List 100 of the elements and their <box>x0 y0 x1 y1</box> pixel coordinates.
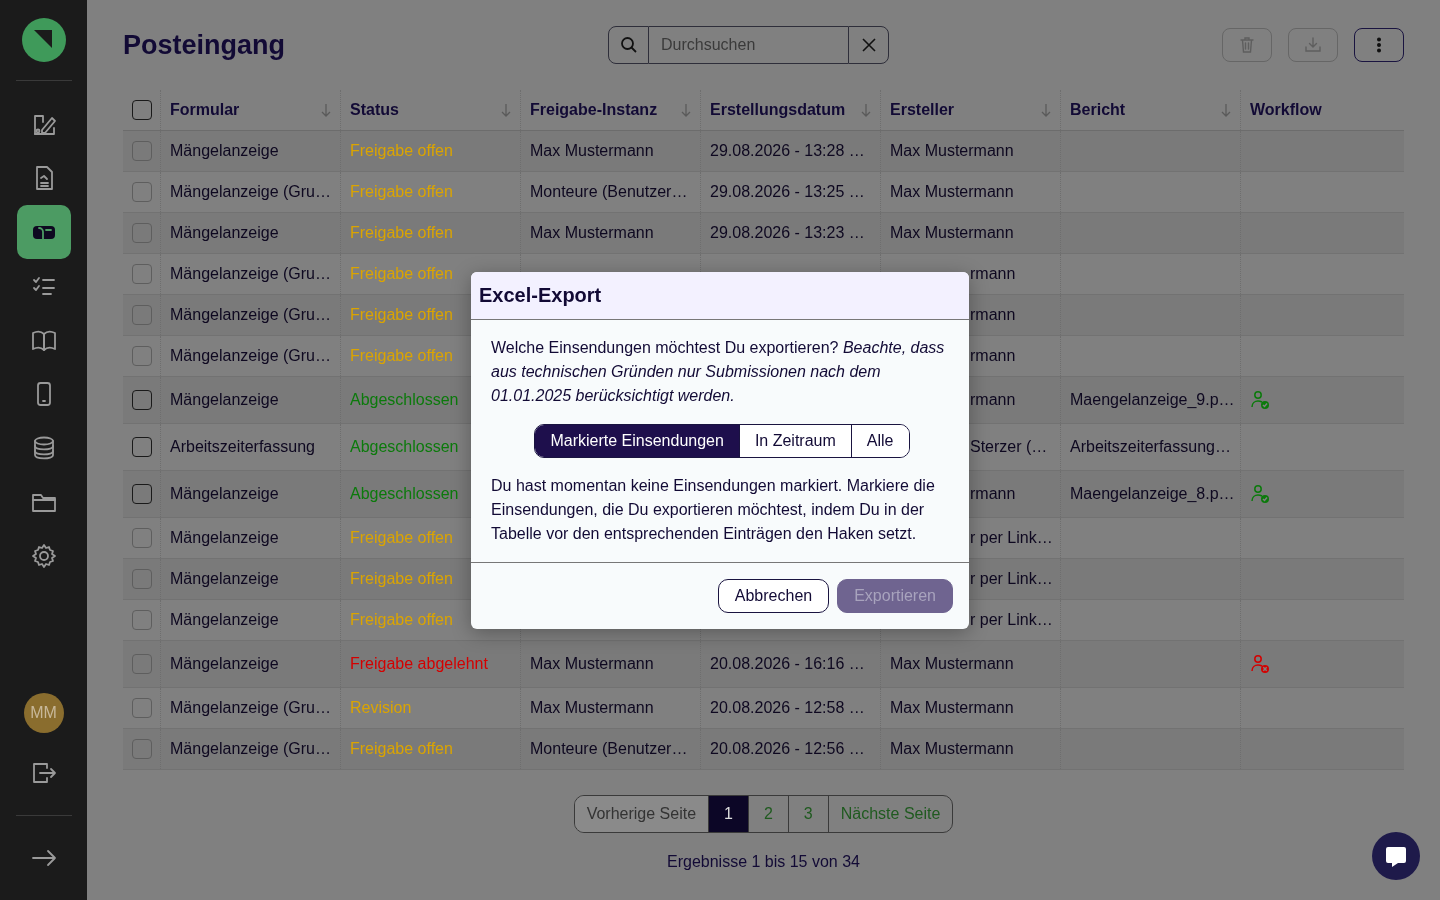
table-cell: 29.08.2026 - 13:25 … <box>710 183 865 201</box>
table-cell: rmann <box>970 265 1016 283</box>
logo-icon <box>21 18 66 62</box>
user-check-icon[interactable] <box>1250 484 1270 504</box>
dialog-text: Welche Einsendungen möchtest Du exportieren? Beachte, dass aus technischen Gründen nur Submissionen nach dem 01.01.2025 berücksichtigt werden. <box>491 338 946 406</box>
column-header[interactable]: Ersteller <box>890 101 955 119</box>
table-cell: Max Mustermann <box>530 224 654 242</box>
column-header[interactable]: Workflow <box>1250 101 1322 119</box>
row-checkbox[interactable] <box>131 223 152 243</box>
export-option[interactable]: In Zeitraum <box>738 425 851 457</box>
column-header[interactable]: Formular <box>170 101 240 119</box>
row-checkbox[interactable] <box>131 346 152 366</box>
status-label: Abgeschlossen <box>350 391 459 409</box>
row-checkbox[interactable] <box>131 698 152 718</box>
status-label: Freigabe abgelehnt <box>350 655 488 673</box>
search-button[interactable] <box>608 26 649 64</box>
table-cell: Max Mustermann <box>890 699 1014 717</box>
column-header[interactable]: Status <box>350 101 399 119</box>
status-label: Freigabe offen <box>350 265 453 283</box>
table-cell: Max Mustermann <box>890 740 1014 758</box>
chat-icon[interactable] <box>1384 844 1408 868</box>
table-cell: Max Mustermann <box>530 142 654 160</box>
results-summary: Ergebnisse 1 bis 15 von 34 <box>667 853 860 871</box>
table-cell: rmann <box>970 306 1016 324</box>
table-cell: Monteure (Benutzer… <box>530 740 688 758</box>
table-cell: Mängelanzeige <box>170 529 279 547</box>
row-checkbox[interactable] <box>131 610 152 630</box>
row-checkbox[interactable] <box>131 484 152 504</box>
table-cell: Max Mustermann <box>890 142 1014 160</box>
table-cell: rmann <box>970 391 1016 409</box>
table-cell: Maengelanzeige_9.p… <box>1070 391 1235 409</box>
table-cell: Arbeitszeiterfassung… <box>1070 438 1231 456</box>
search-icon[interactable] <box>619 36 638 54</box>
table-cell: r per Link… <box>970 570 1053 588</box>
export-option[interactable]: Markierte Einsendungen <box>535 425 739 457</box>
table-cell: Max Mustermann <box>530 655 654 673</box>
status-label: Freigabe offen <box>350 347 453 365</box>
close-icon[interactable] <box>860 37 877 53</box>
row-checkbox[interactable] <box>131 437 152 457</box>
table-cell: Max Mustermann <box>890 224 1014 242</box>
dialog-message: Du hast momentan keine Einsendungen markiert. Markiere die Einsendungen, die Du exportieren möchtest, indem Du in der Tabelle vor den entsprechenden Einträgen den Haken setzt. <box>491 476 936 544</box>
table-cell: Mängelanzeige <box>170 611 279 629</box>
table-cell: Mängelanzeige <box>170 570 279 588</box>
table-cell: Monteure (Benutzer… <box>530 183 688 201</box>
select-all-checkbox[interactable] <box>131 100 152 120</box>
user-avatar[interactable]: MM <box>23 693 64 733</box>
row-checkbox[interactable] <box>131 739 152 759</box>
cancel-button[interactable]: Abbrechen <box>717 579 830 613</box>
page-title: Posteingang <box>123 29 286 61</box>
table-cell: Mängelanzeige <box>170 391 279 409</box>
status-label: Freigabe offen <box>350 142 453 160</box>
row-checkbox[interactable] <box>131 264 152 284</box>
table-cell: Mängelanzeige <box>170 142 279 160</box>
status-label: Freigabe offen <box>350 529 453 547</box>
table-cell: r per Link… <box>970 529 1053 547</box>
column-header[interactable]: Freigabe-Instanz <box>530 101 658 119</box>
status-label: Abgeschlossen <box>350 485 459 503</box>
status-label: Abgeschlossen <box>350 438 459 456</box>
table-cell: Mängelanzeige (Gru… <box>170 740 331 758</box>
row-checkbox[interactable] <box>131 305 152 325</box>
status-label: Freigabe offen <box>350 740 453 758</box>
table-cell: Sterzer (… <box>970 438 1048 456</box>
row-checkbox[interactable] <box>131 141 152 161</box>
clear-button[interactable] <box>848 26 889 64</box>
row-checkbox[interactable] <box>131 390 152 410</box>
column-header[interactable]: Bericht <box>1070 101 1126 119</box>
table-cell: Max Mustermann <box>890 655 1014 673</box>
table-cell: Mängelanzeige (Gru… <box>170 183 331 201</box>
page-button[interactable]: 1 <box>708 796 748 832</box>
row-checkbox[interactable] <box>131 569 152 589</box>
row-checkbox[interactable] <box>131 654 152 674</box>
row-checkbox[interactable] <box>131 528 152 548</box>
table-cell: 20.08.2026 - 12:56 … <box>710 740 865 758</box>
table-cell: Arbeitszeiterfassung <box>170 438 315 456</box>
table-cell: 29.08.2026 - 13:23 … <box>710 224 865 242</box>
dialog-title: Excel-Export <box>479 284 602 306</box>
nav-item[interactable] <box>16 205 71 259</box>
status-label: Freigabe offen <box>350 306 453 324</box>
row-checkbox[interactable] <box>131 182 152 202</box>
search-field[interactable]: Durchsuchen <box>649 26 848 64</box>
table-cell: Max Mustermann <box>530 699 654 717</box>
settings-icon[interactable] <box>29 542 58 570</box>
column-header[interactable]: Erstellungsdatum <box>710 101 846 119</box>
table-cell: Max Mustermann <box>890 183 1014 201</box>
table-cell: Mängelanzeige (Gru… <box>170 306 331 324</box>
export-option[interactable]: Alle <box>850 425 909 457</box>
table-cell: Maengelanzeige_8.p… <box>1070 485 1235 503</box>
status-label: Freigabe offen <box>350 570 453 588</box>
user-check-icon[interactable] <box>1250 390 1270 410</box>
table-cell: Mängelanzeige <box>170 485 279 503</box>
table-cell: rmann <box>970 485 1016 503</box>
table-cell: r per Link… <box>970 611 1053 629</box>
status-label: Freigabe offen <box>350 611 453 629</box>
table-cell: Mängelanzeige (Gru… <box>170 699 331 717</box>
status-label: Revision <box>350 699 412 717</box>
status-label: Freigabe offen <box>350 183 453 201</box>
more-button[interactable] <box>1354 28 1404 62</box>
table-cell: Mängelanzeige (Gru… <box>170 347 331 365</box>
table-cell: 20.08.2026 - 12:58 … <box>710 699 865 717</box>
table-cell: 20.08.2026 - 16:16 … <box>710 655 865 673</box>
